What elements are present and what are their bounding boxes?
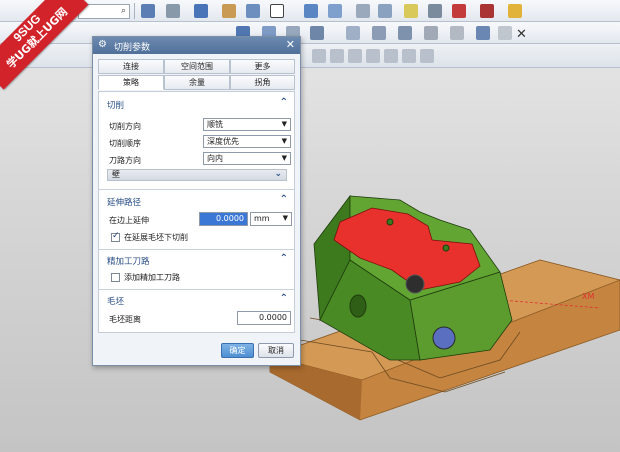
hole-top <box>405 274 425 294</box>
dropdown-arrow-icon: ▼ <box>281 120 287 128</box>
snap-tangent-icon[interactable] <box>402 49 416 63</box>
snap-center-icon[interactable] <box>348 49 362 63</box>
path-direction-select[interactable]: 向内 ▼ <box>203 152 291 165</box>
cancel-button[interactable]: 取消 <box>258 343 294 358</box>
hole-front <box>432 326 456 350</box>
shaded-view-icon[interactable] <box>194 4 208 18</box>
edit-icon[interactable] <box>428 4 442 18</box>
collapse-chevron-icon[interactable]: ⌃ <box>280 97 288 108</box>
toolbar-separator <box>134 3 135 19</box>
material-icon[interactable] <box>404 4 418 18</box>
unit-value: mm <box>254 214 270 223</box>
section-divider <box>99 289 294 290</box>
tab-strategy[interactable]: 策略 <box>98 75 164 90</box>
snap-point-icon[interactable] <box>420 49 434 63</box>
section-divider <box>99 249 294 250</box>
section-title: 切削 <box>107 101 125 111</box>
cutting-parameters-dialog: ⚙ 切削参数 ✕ 连接 空间范围 更多 策略 余量 拐角 切削 ⌃ 切削方向 顺… <box>92 36 301 366</box>
snap-midpoint-icon[interactable] <box>330 49 344 63</box>
axis-icon[interactable] <box>480 4 494 18</box>
gear-icon: ⚙ <box>98 39 107 50</box>
toolbar-row-1: ⌕ <box>0 0 620 22</box>
circle-icon[interactable] <box>450 26 464 40</box>
strategy-panel: 切削 ⌃ 切削方向 顺铣 ▼ 切削顺序 深度优先 ▼ 刀路方向 向内 ▼ 壁 ⌄… <box>98 91 295 333</box>
section-title: 延伸路径 <box>107 198 142 208</box>
unit-select[interactable]: mm ▼ <box>250 212 292 226</box>
point-icon[interactable] <box>452 4 466 18</box>
section-divider <box>99 189 294 190</box>
cut-direction-select[interactable]: 顺铣 ▼ <box>203 118 291 131</box>
close-icon[interactable]: ✕ <box>286 38 295 51</box>
cut-order-select[interactable]: 深度优先 ▼ <box>203 135 291 148</box>
cut-section-header[interactable]: 切削 ⌃ <box>99 96 294 112</box>
snap-intersection-icon[interactable] <box>384 49 398 63</box>
blank-section-header[interactable]: 毛坯 ⌃ <box>99 292 294 308</box>
dialog-title: 切削参数 <box>114 43 151 53</box>
collapse-chevron-icon[interactable]: ⌃ <box>280 194 288 205</box>
tab-more[interactable]: 更多 <box>230 59 295 74</box>
dropdown-arrow-icon: ▼ <box>281 137 287 145</box>
render-mode-icon[interactable] <box>166 4 180 18</box>
cut-order-value: 深度优先 <box>207 137 239 146</box>
view-orient-icon[interactable] <box>246 4 260 18</box>
cut-direction-value: 顺铣 <box>207 120 223 129</box>
small-hole-2 <box>442 244 450 252</box>
blank-distance-label: 毛坯距离 <box>109 315 141 324</box>
section-view-icon[interactable] <box>304 4 318 18</box>
trim-icon[interactable] <box>498 26 512 40</box>
collapse-chevron-icon[interactable]: ⌃ <box>280 253 288 264</box>
section-title: 精加工刀路 <box>107 257 150 267</box>
tab-space-range[interactable]: 空间范围 <box>164 59 230 74</box>
visibility-icon[interactable] <box>328 4 342 18</box>
arc-icon[interactable] <box>424 26 438 40</box>
postprocess-icon[interactable] <box>310 26 324 40</box>
dialog-title-bar[interactable]: ⚙ 切削参数 ✕ <box>93 37 300 54</box>
curve-icon[interactable] <box>346 26 360 40</box>
wireframe-icon[interactable] <box>270 4 284 18</box>
snap-endpoint-icon[interactable] <box>312 49 326 63</box>
dropdown-arrow-icon: ▼ <box>281 154 287 162</box>
small-hole-1 <box>386 218 394 226</box>
cut-direction-label: 切削方向 <box>109 122 141 131</box>
measure-icon[interactable] <box>356 4 370 18</box>
path-direction-label: 刀路方向 <box>109 156 141 165</box>
wall-subsection[interactable]: 壁 ⌄ <box>107 169 287 181</box>
collapse-chevron-icon[interactable]: ⌃ <box>280 293 288 304</box>
hole-left <box>349 294 367 318</box>
x-axis-label: XM <box>582 292 595 301</box>
close-x-icon[interactable]: ✕ <box>516 27 527 42</box>
cut-order-label: 切削顺序 <box>109 139 141 148</box>
add-finish-label: 添加精加工刀路 <box>124 273 180 282</box>
line-icon[interactable] <box>398 26 412 40</box>
edge-extend-input[interactable]: 0.0000 <box>199 212 248 226</box>
dropdown-arrow-icon: ▼ <box>282 214 288 222</box>
finish-section-header[interactable]: 精加工刀路 ⌃ <box>99 252 294 268</box>
blank-distance-input[interactable]: 0.0000 <box>237 311 291 325</box>
offset-icon[interactable] <box>476 26 490 40</box>
edge-extend-label: 在边上延伸 <box>109 216 149 225</box>
expand-chevron-icon[interactable]: ⌄ <box>274 169 282 179</box>
tab-corner[interactable]: 拐角 <box>230 75 295 90</box>
tab-stock[interactable]: 余量 <box>164 75 230 90</box>
snap-quadrant-icon[interactable] <box>366 49 380 63</box>
blank-cut-label: 在延展毛坯下切削 <box>124 233 188 242</box>
layer-icon[interactable] <box>222 4 236 18</box>
spline-icon[interactable] <box>372 26 386 40</box>
section-title: 毛坯 <box>107 297 125 307</box>
ok-button[interactable]: 确定 <box>221 343 254 358</box>
blank-cut-checkbox[interactable] <box>111 231 120 242</box>
path-direction-value: 向内 <box>207 154 223 163</box>
analysis-icon[interactable] <box>378 4 392 18</box>
search-icon: ⌕ <box>120 6 126 16</box>
extend-section-header[interactable]: 延伸路径 ⌃ <box>99 193 294 209</box>
tab-connect[interactable]: 连接 <box>98 59 164 74</box>
wall-label: 壁 <box>112 170 120 179</box>
add-finish-checkbox[interactable] <box>111 273 120 282</box>
snap-grid-icon[interactable] <box>141 4 155 18</box>
dimension-icon[interactable] <box>508 4 522 18</box>
